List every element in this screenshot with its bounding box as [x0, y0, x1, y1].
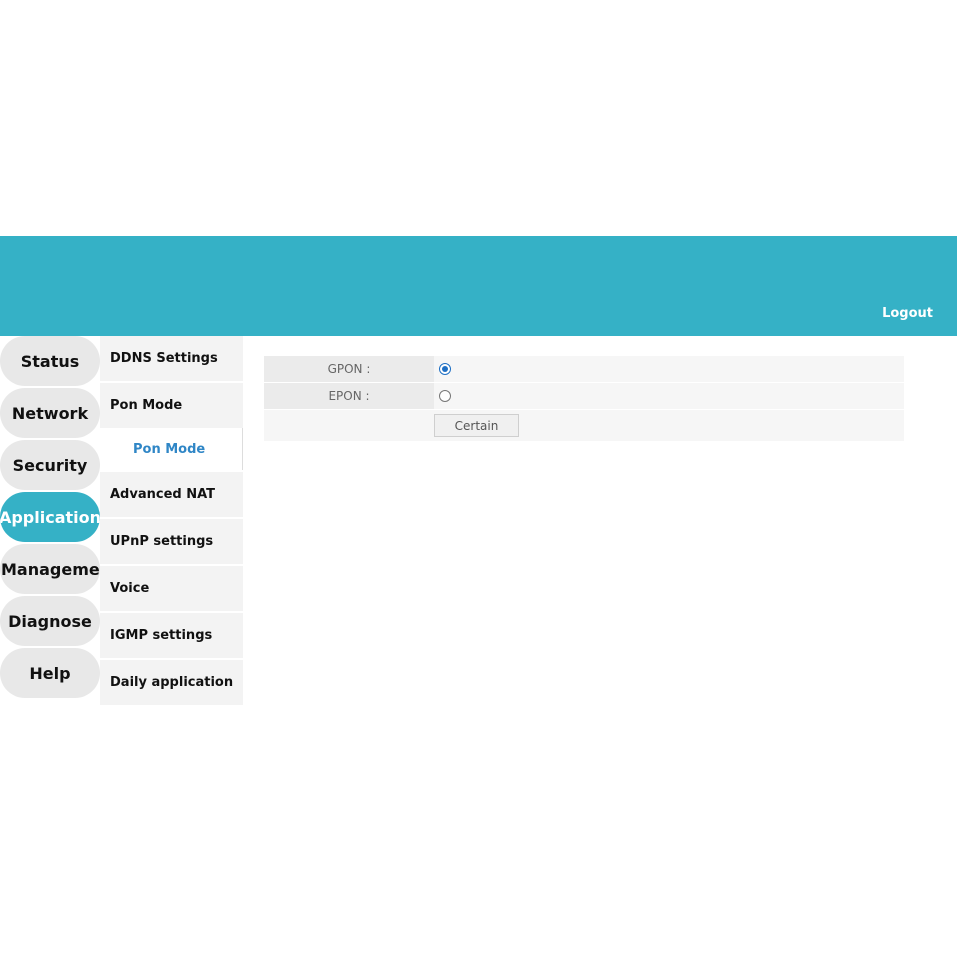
top-banner: Logout: [0, 236, 957, 336]
action-row: Certain: [264, 410, 904, 441]
sub-nav-daily-application[interactable]: Daily application: [100, 660, 243, 705]
gpon-radio[interactable]: [439, 363, 451, 375]
main-nav-help[interactable]: Help: [0, 648, 100, 698]
sub-nav-voice[interactable]: Voice: [100, 566, 243, 611]
epon-row: EPON :: [264, 383, 904, 409]
sub-nav-igmp-settings[interactable]: IGMP settings: [100, 613, 243, 658]
logout-link[interactable]: Logout: [882, 306, 933, 321]
action-row-spacer: [264, 410, 434, 441]
epon-label: EPON :: [264, 383, 434, 409]
epon-radio[interactable]: [439, 390, 451, 402]
sub-nav-pon-mode[interactable]: Pon Mode: [100, 383, 243, 428]
sub-nav-upnp-settings[interactable]: UPnP settings: [100, 519, 243, 564]
main-nav-network[interactable]: Network: [0, 388, 100, 438]
main-nav-application[interactable]: Application: [0, 492, 100, 542]
main-nav: Status Network Security Application Mana…: [0, 336, 100, 700]
sub-nav-pon-mode-child[interactable]: Pon Mode: [110, 428, 243, 470]
certain-button[interactable]: Certain: [434, 414, 519, 437]
epon-value-cell: [434, 383, 904, 409]
gpon-row: GPON :: [264, 356, 904, 382]
main-nav-status[interactable]: Status: [0, 336, 100, 386]
sub-nav: DDNS Settings Pon Mode Pon Mode Advanced…: [100, 336, 243, 707]
sub-nav-advanced-nat[interactable]: Advanced NAT: [100, 472, 243, 517]
gpon-value-cell: [434, 356, 904, 382]
sub-nav-ddns-settings[interactable]: DDNS Settings: [100, 336, 243, 381]
main-nav-management[interactable]: Managemen: [0, 544, 100, 594]
gpon-label: GPON :: [264, 356, 434, 382]
main-nav-diagnose[interactable]: Diagnose: [0, 596, 100, 646]
action-row-value: Certain: [434, 410, 519, 441]
main-nav-security[interactable]: Security: [0, 440, 100, 490]
pon-mode-form: GPON : EPON : Certain: [264, 356, 904, 441]
